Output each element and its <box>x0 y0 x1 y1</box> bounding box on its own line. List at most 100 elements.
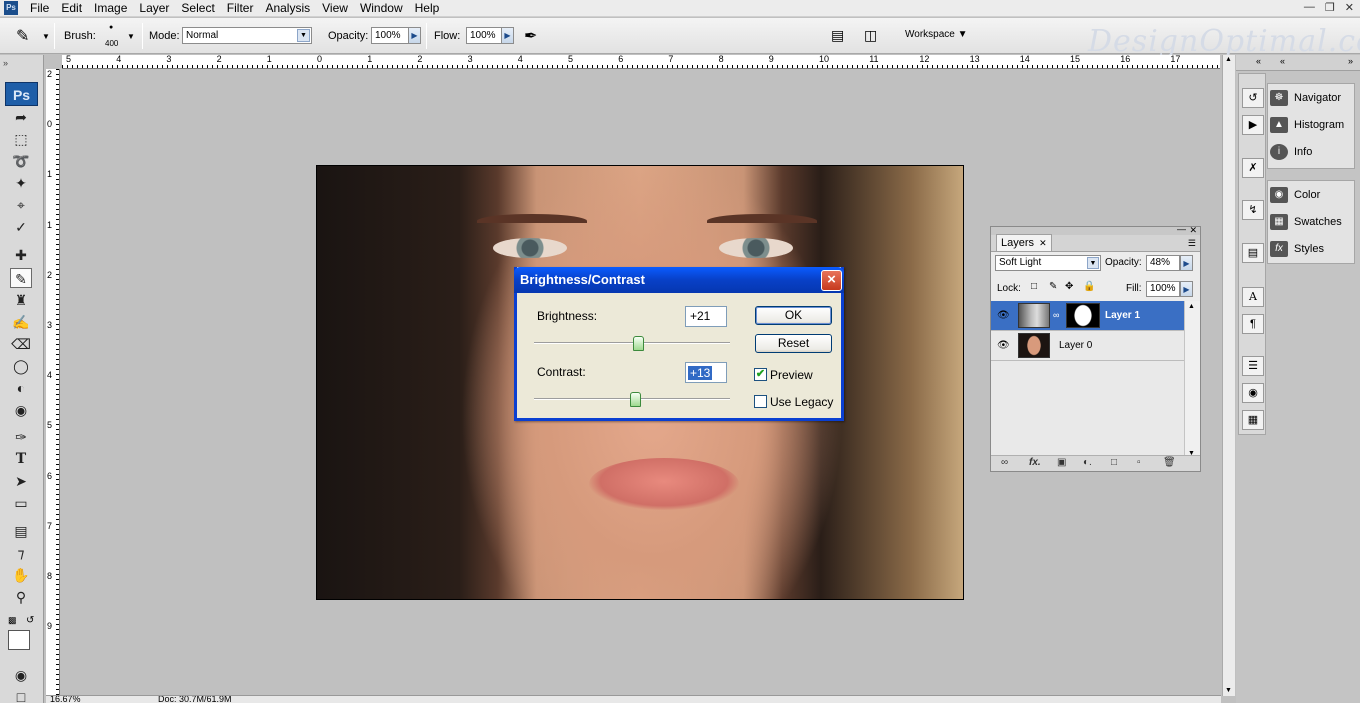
clone-stamp-tool-icon[interactable]: ♜ <box>10 290 32 310</box>
reset-button[interactable]: Reset <box>755 334 832 353</box>
menu-edit[interactable]: Edit <box>55 0 88 16</box>
restore-icon[interactable]: ❐ <box>1325 1 1335 14</box>
flow-input[interactable]: 100% <box>466 27 502 44</box>
ok-button[interactable]: OK <box>755 306 832 325</box>
new-layer-icon[interactable]: ▫ <box>1137 457 1141 468</box>
brightness-slider-thumb[interactable] <box>632 336 644 351</box>
opacity-input[interactable]: 100% <box>371 27 409 44</box>
scroll-up-icon[interactable]: ▲ <box>1225 56 1232 63</box>
contrast-slider-thumb[interactable] <box>629 392 641 407</box>
history-brush-tool-icon[interactable]: ✍ <box>10 312 32 332</box>
eye-icon[interactable]: 👁 <box>997 340 1010 351</box>
preview-checkbox[interactable]: ✔ <box>754 368 767 381</box>
character-icon[interactable]: A <box>1242 287 1264 307</box>
tool-preset-dropdown-icon[interactable]: ▼ <box>42 32 50 41</box>
canvas-vertical-scrollbar[interactable]: ▲ ▼ <box>1222 55 1235 696</box>
eraser-tool-icon[interactable]: ⌫ <box>10 334 32 354</box>
hand-tool-icon[interactable]: ✋ <box>10 565 32 585</box>
opacity-slider-button[interactable]: ▶ <box>408 27 421 44</box>
brush-picker-icon[interactable]: ▼ <box>127 32 135 41</box>
scroll-down-icon[interactable]: ▼ <box>1225 687 1232 694</box>
lock-all-icon[interactable]: 🔒 <box>1083 281 1095 292</box>
adjustment-layer-icon[interactable]: ◐. <box>1083 457 1092 468</box>
fill-input[interactable]: 100% <box>1146 281 1180 297</box>
layer-opacity-slider-button[interactable]: ▶ <box>1180 255 1193 271</box>
notes-tool-icon[interactable]: ▤ <box>10 521 32 541</box>
close-icon[interactable]: ✕ <box>1345 1 1354 14</box>
lock-position-icon[interactable]: ✥ <box>1065 281 1073 292</box>
panel-navigator[interactable]: ☸ Navigator <box>1270 87 1354 109</box>
zoom-level[interactable]: 16.67% <box>50 696 81 703</box>
type-tool-icon[interactable]: T <box>10 449 32 469</box>
paragraph-icon[interactable]: ¶ <box>1242 314 1264 334</box>
marquee-tool-icon[interactable]: ⬚ <box>10 129 32 149</box>
blend-mode-select[interactable]: Soft Light ▼ <box>995 255 1101 271</box>
brush-tool-icon[interactable]: ✎ <box>10 268 32 288</box>
eyedropper-tool-icon[interactable]: ⁊ <box>10 543 32 563</box>
new-group-icon[interactable]: □ <box>1111 457 1117 468</box>
zoom-tool-icon[interactable]: ⚲ <box>10 587 32 607</box>
collapse-icon[interactable]: » <box>1348 56 1353 66</box>
panel-color[interactable]: ◉ Color <box>1270 184 1354 206</box>
menu-select[interactable]: Select <box>175 0 220 16</box>
lock-pixels-icon[interactable]: ✎ <box>1049 281 1057 292</box>
mode-select[interactable]: Normal ▼ <box>182 27 312 44</box>
minimize-icon[interactable]: — <box>1304 1 1315 14</box>
slice-tool-icon[interactable]: ✓ <box>10 217 32 237</box>
layer-row-0[interactable]: 👁 Layer 0 <box>991 331 1184 361</box>
menu-analysis[interactable]: Analysis <box>259 0 316 16</box>
menu-view[interactable]: View <box>316 0 354 16</box>
palette-well-icon[interactable]: ▤ <box>831 27 844 44</box>
menu-window[interactable]: Window <box>354 0 409 16</box>
brush-tool-icon[interactable]: ✎ <box>16 26 29 46</box>
brightness-input[interactable]: +21 <box>685 306 727 327</box>
menu-help[interactable]: Help <box>409 0 446 16</box>
scroll-up-icon[interactable]: ▲ <box>1188 303 1195 310</box>
lasso-tool-icon[interactable]: ➰ <box>10 151 32 171</box>
bridge-icon[interactable]: ◫ <box>864 27 877 44</box>
layers-scrollbar[interactable]: ▲ ▼ <box>1184 301 1200 459</box>
sponge-tool-icon[interactable]: ◉ <box>10 400 32 420</box>
brushes-icon[interactable]: ↯ <box>1242 200 1264 220</box>
pen-tool-icon[interactable]: ✑ <box>10 427 32 447</box>
menu-image[interactable]: Image <box>88 0 133 16</box>
contrast-input[interactable]: +13 <box>685 362 727 383</box>
panel-menu-icon[interactable]: ☰ <box>1188 238 1196 249</box>
flow-slider-button[interactable]: ▶ <box>501 27 514 44</box>
lock-transparency-icon[interactable]: □ <box>1031 281 1037 292</box>
workspace-menu[interactable]: Workspace ▼ <box>905 29 968 40</box>
history-icon[interactable]: ↺ <box>1242 88 1264 108</box>
trash-icon[interactable]: 🗑 <box>1163 457 1176 468</box>
tool-presets-icon[interactable]: ✗ <box>1242 158 1264 178</box>
paths-icon[interactable]: ◉ <box>1242 383 1264 403</box>
healing-brush-tool-icon[interactable]: ✚ <box>10 245 32 265</box>
link-layers-icon[interactable]: ∞ <box>1001 457 1008 468</box>
layer-mask-thumbnail[interactable] <box>1066 303 1100 328</box>
link-icon[interactable]: ∞ <box>1053 310 1059 320</box>
close-icon[interactable]: × <box>821 270 842 291</box>
shape-tool-icon[interactable]: ▭ <box>10 493 32 513</box>
paragraph-styles-icon[interactable]: ▤ <box>1242 243 1264 263</box>
channels-icon[interactable]: ☰ <box>1242 356 1264 376</box>
layer-row-1[interactable]: 👁 ∞ Layer 1 <box>991 301 1184 331</box>
expand-icon[interactable]: « <box>1280 56 1285 66</box>
add-mask-icon[interactable]: ▣ <box>1057 457 1066 468</box>
dodge-tool-icon[interactable]: ◐ <box>10 378 32 398</box>
path-selection-tool-icon[interactable]: ➤ <box>10 471 32 491</box>
menu-filter[interactable]: Filter <box>221 0 260 16</box>
foreground-color-swatch[interactable] <box>8 630 30 650</box>
layer-comps-icon[interactable]: ▦ <box>1242 410 1264 430</box>
magic-wand-tool-icon[interactable]: ✦ <box>10 173 32 193</box>
use-legacy-checkbox[interactable] <box>754 395 767 408</box>
brush-preview-icon[interactable]: ● <box>109 24 113 31</box>
actions-icon[interactable]: ▶ <box>1242 115 1264 135</box>
expand-icon[interactable]: « <box>1256 56 1261 66</box>
crop-tool-icon[interactable]: ⌖ <box>10 195 32 215</box>
screen-mode-icon[interactable]: □ <box>10 687 32 703</box>
quick-mask-icon[interactable]: ◉ <box>10 665 32 685</box>
swap-colors-icon[interactable]: ↺ <box>26 615 34 626</box>
panel-swatches[interactable]: ▦ Swatches <box>1270 211 1354 233</box>
panel-styles[interactable]: fx Styles <box>1270 238 1354 260</box>
close-tab-icon[interactable]: ✕ <box>1039 238 1047 248</box>
eye-icon[interactable]: 👁 <box>997 310 1010 321</box>
